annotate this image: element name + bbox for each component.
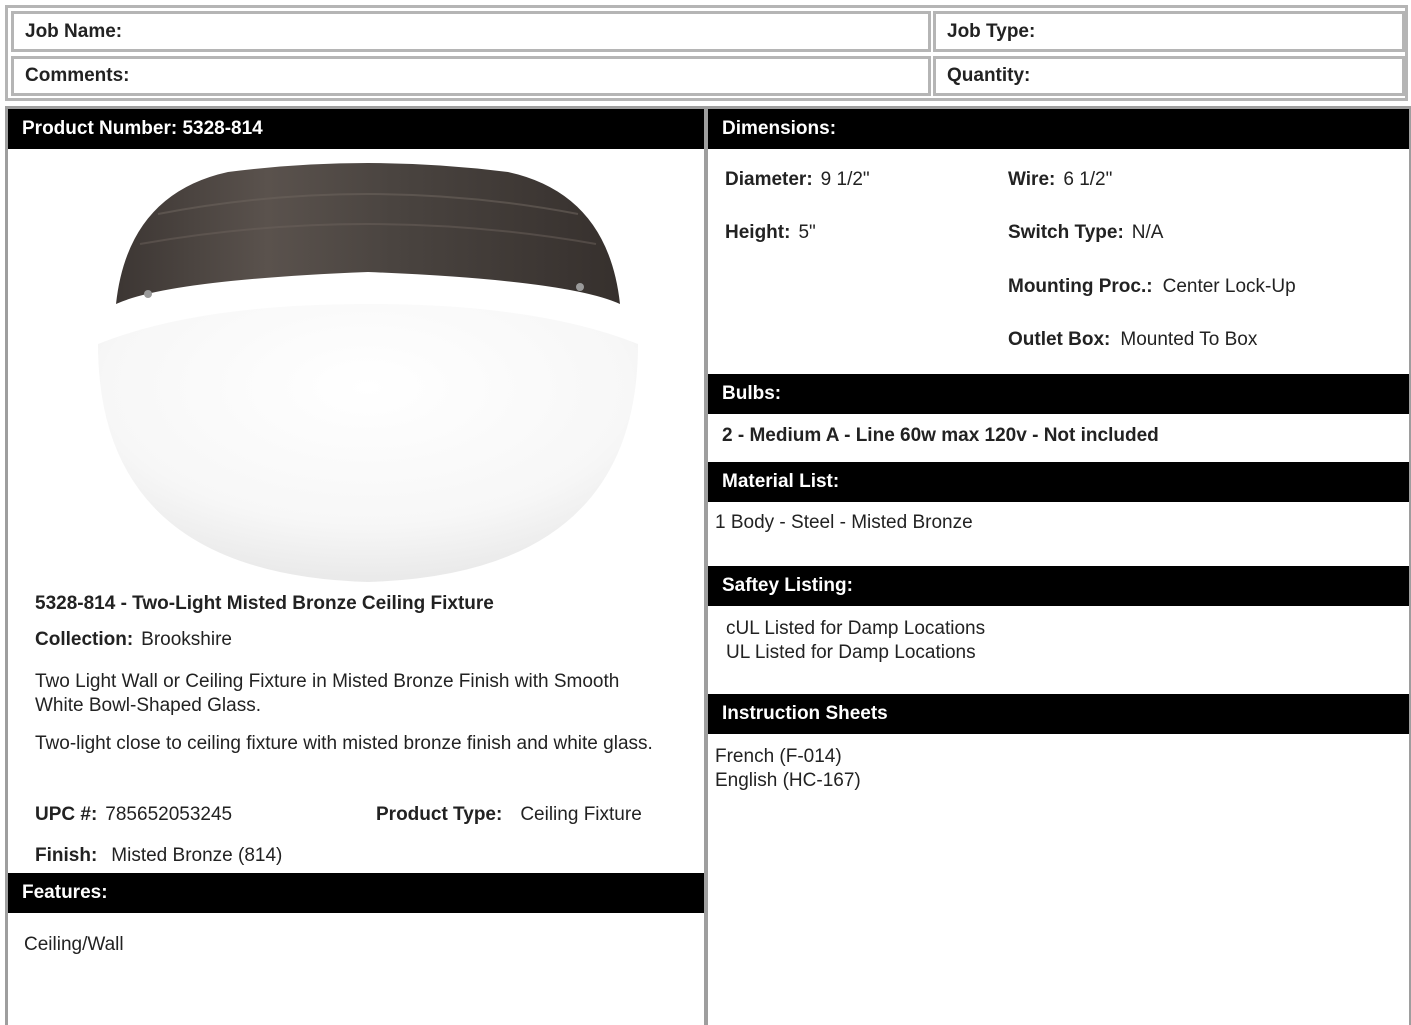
collection-label: Collection: [35, 629, 134, 650]
bulbs-header: Bulbs: [708, 374, 1409, 414]
switch-type-label: Switch Type: [1008, 222, 1124, 243]
instruction-french-link[interactable]: French (F-014) [715, 745, 861, 769]
product-number-header: Product Number: 5328-814 [8, 109, 704, 149]
product-title: 5328-814 - Two-Light Misted Bronze Ceili… [35, 593, 494, 614]
dimensions-header: Dimensions: [708, 109, 1409, 149]
outlet-box-row: Outlet Box: Mounted To Box [1008, 329, 1257, 351]
safety-listing-header: Saftey Listing: [708, 566, 1409, 606]
safety-line-2: UL Listed for Damp Locations [726, 642, 976, 663]
collection-row: Collection: Brookshire [35, 629, 232, 651]
job-type-label: Job Type: [947, 20, 1036, 42]
height-value: 5" [798, 222, 816, 243]
mounting-value: Center Lock-Up [1162, 276, 1296, 297]
height-label: Height: [725, 222, 791, 243]
instruction-sheets-list: French (F-014) English (HC-167) [715, 745, 861, 793]
wire-value: 6 1/2" [1063, 169, 1113, 190]
product-type-label: Product Type: [376, 804, 503, 825]
height-row: Height: 5" [725, 222, 816, 244]
job-info-table: Job Name: Job Type: Comments: Quantity: [5, 5, 1408, 101]
upc-label: UPC #: [35, 804, 98, 825]
bulbs-text: 2 - Medium A - Line 60w max 120v - Not i… [722, 425, 1159, 446]
quantity-label: Quantity: [947, 65, 1031, 86]
collection-value: Brookshire [141, 629, 232, 650]
product-description-1: Two Light Wall or Ceiling Fixture in Mis… [35, 671, 620, 716]
mounting-row: Mounting Proc.: Center Lock-Up [1008, 276, 1296, 298]
material-list-text: 1 Body - Steel - Misted Bronze [715, 512, 973, 533]
product-type-value: Ceiling Fixture [520, 804, 642, 825]
ceiling-fixture-photo [98, 163, 638, 582]
diameter-row: Diameter: 9 1/2" [725, 169, 870, 191]
material-list-header: Material List: [708, 462, 1409, 502]
wire-row: Wire: 6 1/2" [1008, 169, 1112, 191]
upc-row: UPC #: 785652053245 [35, 804, 232, 826]
finish-value: Misted Bronze (814) [111, 845, 283, 866]
product-type-row: Product Type: Ceiling Fixture [376, 804, 642, 826]
job-type-cell: Job Type: [933, 11, 1405, 52]
safety-line-1: cUL Listed for Damp Locations [726, 618, 986, 639]
wire-label: Wire: [1008, 169, 1056, 190]
job-name-label: Job Name: [25, 20, 123, 42]
diameter-value: 9 1/2" [820, 169, 870, 190]
comments-label: Comments: [25, 65, 130, 86]
instruction-english-link[interactable]: English (HC-167) [715, 769, 861, 793]
instruction-sheets-header: Instruction Sheets [708, 694, 1409, 734]
mounting-label: Mounting Proc.: [1008, 276, 1153, 297]
outlet-box-label: Outlet Box: [1008, 329, 1111, 350]
switch-type-row: Switch Type: N/A [1008, 222, 1163, 244]
quantity-cell: Quantity: [933, 56, 1405, 96]
upc-value: 785652053245 [105, 804, 233, 825]
outlet-box-value: Mounted To Box [1120, 329, 1258, 350]
features-header: Features: [8, 873, 704, 913]
product-panel: Product Number: 5328-814 5328-814 - Two-… [5, 106, 707, 1025]
diameter-label: Diameter: [725, 169, 813, 190]
features-text: Ceiling/Wall [24, 934, 124, 955]
job-name-cell: Job Name: [11, 11, 931, 52]
specs-panel: Dimensions: Diameter: 9 1/2" Height: 5" Wi… [705, 106, 1411, 1025]
finish-row: Finish: Misted Bronze (814) [35, 845, 282, 867]
product-description-2: Two-light close to ceiling fixture with … [35, 733, 653, 754]
finish-label: Finish: [35, 845, 98, 866]
safety-listing-text: cUL Listed for Damp Locations UL Listed … [726, 617, 985, 665]
comments-cell: Comments: [11, 56, 931, 96]
switch-type-value: N/A [1131, 222, 1164, 243]
